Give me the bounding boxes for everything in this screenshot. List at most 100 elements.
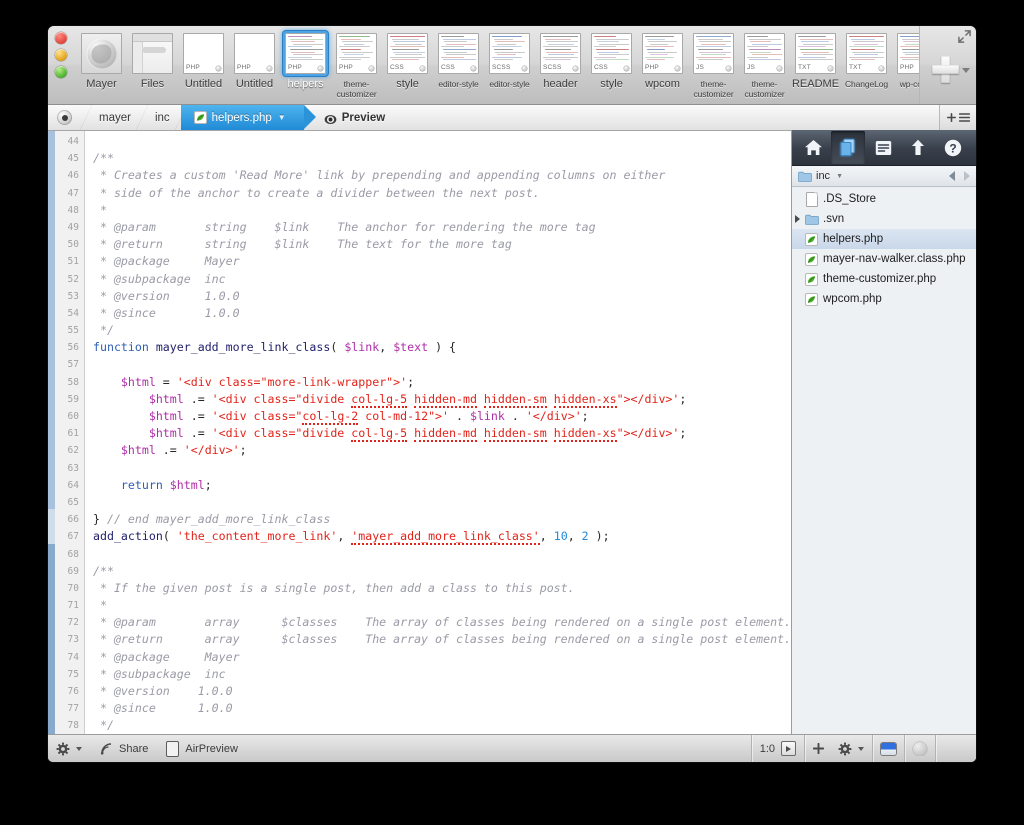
tab-close-dot[interactable] [572, 66, 578, 71]
tab-editor-style[interactable]: SCSS editor-​style [484, 26, 535, 89]
sidebar-path-bar[interactable]: inc ▼ [792, 166, 976, 187]
tab-mayer[interactable]: Mayer [76, 26, 127, 91]
tab-changelog[interactable]: TXT ChangeLog [841, 26, 892, 89]
tab-theme-customizer[interactable]: PHP theme-​customizer [331, 26, 382, 99]
plus-icon [946, 113, 956, 122]
code-token: $html [148, 409, 184, 423]
breadcrumb-item-inc[interactable]: inc [142, 105, 187, 130]
minimize-window-button[interactable] [55, 49, 67, 61]
preview-line [547, 54, 574, 56]
sphere-icon[interactable] [913, 741, 927, 756]
code-token: */ [93, 718, 114, 733]
help-button[interactable]: ? [936, 131, 970, 164]
breadcrumb-item-helpers-php[interactable]: helpers.php ▼ [180, 105, 316, 130]
file-list-item[interactable]: .svn [792, 209, 976, 229]
disclosure-triangle-icon[interactable] [795, 215, 800, 223]
line-number: 60 [67, 411, 79, 422]
chevron-down-icon[interactable] [858, 746, 864, 751]
zoom-window-button[interactable] [55, 66, 67, 78]
tab-helpers[interactable]: PHP helpers [280, 26, 331, 91]
preview-line [849, 56, 884, 58]
file-list-item[interactable]: mayer-nav-walker.class.php [792, 249, 976, 269]
tab-wp-config[interactable]: PHP wp-​config [892, 26, 919, 89]
gear-icon[interactable] [838, 742, 852, 756]
step-into-icon[interactable] [781, 741, 796, 756]
file-list-item[interactable]: helpers.php [792, 229, 976, 249]
tab-close-dot[interactable] [878, 66, 884, 71]
add-split-button[interactable] [939, 105, 976, 130]
tab-readme[interactable]: TXT README [790, 26, 841, 91]
tab-close-dot[interactable] [470, 66, 476, 71]
change-marker [48, 337, 55, 355]
tab-editor-style[interactable]: CSS editor-​style [433, 26, 484, 89]
share-label[interactable]: Share [119, 743, 148, 755]
preview-line [492, 46, 522, 48]
chevron-down-icon[interactable] [76, 746, 82, 751]
tab-header[interactable]: SCSS header [535, 26, 586, 91]
airpreview-label[interactable]: AirPreview [185, 743, 238, 755]
file-list-item[interactable]: theme-customizer.php [792, 269, 976, 289]
change-marker [48, 681, 55, 699]
tab-preview: CSS [438, 33, 479, 74]
device-icon[interactable] [166, 740, 180, 757]
triangle-left-icon[interactable] [949, 171, 955, 181]
preview-lines [594, 36, 629, 61]
window-traffic-lights [48, 26, 74, 78]
clips-button[interactable] [866, 131, 900, 164]
tab-close-dot[interactable] [623, 66, 629, 71]
line-number: 66 [67, 514, 79, 526]
tab-style[interactable]: CSS style [382, 26, 433, 91]
gear-icon[interactable] [56, 742, 70, 756]
tab-thumbnail: PHP [334, 31, 379, 76]
chevron-down-icon[interactable]: ▼ [278, 113, 286, 122]
file-list-item[interactable]: wpcom.php [792, 289, 976, 309]
tab-close-dot[interactable] [317, 66, 323, 71]
sites-button[interactable] [796, 131, 830, 164]
tab-close-dot[interactable] [266, 66, 272, 71]
new-tab-button[interactable] [932, 56, 962, 86]
close-window-button[interactable] [55, 32, 67, 44]
plus-icon[interactable] [813, 743, 824, 754]
new-tab-menu-chevron-down-icon[interactable] [962, 68, 970, 73]
tab-close-dot[interactable] [521, 66, 527, 71]
tab-untitled[interactable]: PHP Untitled [178, 26, 229, 91]
disk-section[interactable] [873, 735, 904, 762]
share-icon[interactable] [100, 742, 113, 755]
tab-theme-customizer[interactable]: JS theme-​customizer [739, 26, 790, 99]
files-button[interactable] [831, 131, 865, 164]
tab-files[interactable]: Files [127, 26, 178, 91]
preview-line [292, 43, 323, 45]
preview-line [802, 54, 833, 56]
tab-close-dot[interactable] [827, 66, 833, 71]
disk-icon[interactable] [881, 742, 896, 755]
code-token: col-lg-2 [302, 409, 359, 425]
publish-button[interactable] [901, 131, 935, 164]
breadcrumb-site-button[interactable] [48, 105, 92, 130]
tab-close-dot[interactable] [674, 66, 680, 71]
tab-close-dot[interactable] [776, 66, 782, 71]
preview-line [394, 43, 422, 45]
tab-style[interactable]: CSS style [586, 26, 637, 91]
sphere-section[interactable] [905, 735, 935, 762]
preview-line [903, 41, 919, 43]
change-marker [48, 612, 55, 630]
tab-close-dot[interactable] [419, 66, 425, 71]
expand-arrows-icon[interactable] [958, 30, 971, 43]
tab-file-type-badge: JS [747, 64, 755, 71]
tab-close-dot[interactable] [725, 66, 731, 71]
file-list-item[interactable]: .DS_Store [792, 189, 976, 209]
preview-line [699, 51, 731, 53]
tab-close-dot[interactable] [215, 66, 221, 71]
tab-label: Untitled [184, 78, 223, 90]
triangle-right-icon[interactable] [964, 171, 970, 181]
tab-untitled[interactable]: PHP Untitled [229, 26, 280, 91]
breadcrumb-preview-button[interactable]: Preview [304, 105, 396, 130]
chevron-down-icon[interactable]: ▼ [836, 173, 843, 180]
breadcrumb-item-mayer[interactable]: mayer [86, 105, 148, 130]
preview-line [697, 59, 723, 61]
tab-wpcom[interactable]: PHP wpcom [637, 26, 688, 91]
tab-close-dot[interactable] [368, 66, 374, 71]
tab-theme-customizer[interactable]: JS theme-​customizer [688, 26, 739, 99]
preview-line [444, 51, 468, 53]
